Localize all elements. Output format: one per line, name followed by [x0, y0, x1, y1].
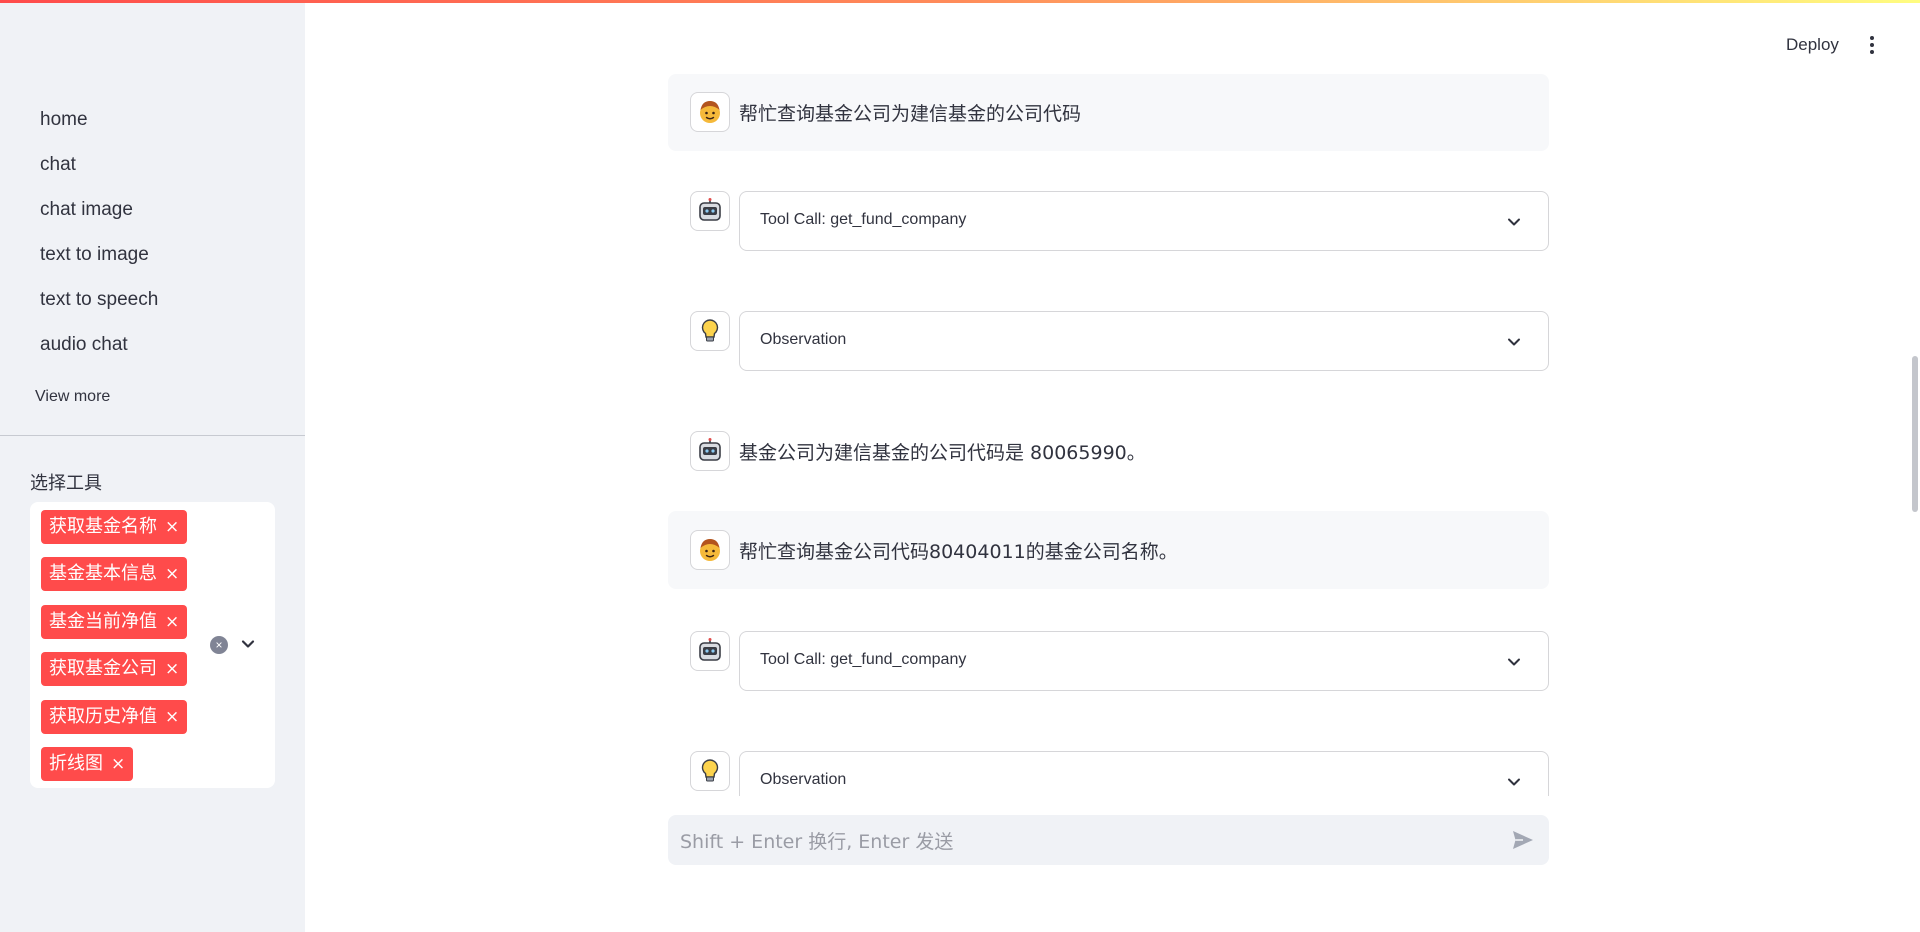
chevron-down-icon — [1508, 658, 1520, 666]
chevron-down-icon — [1508, 218, 1520, 226]
light-bulb-icon — [690, 751, 730, 791]
tool-tag: 获取基金公司 × — [41, 652, 188, 686]
deploy-button[interactable]: Deploy — [1786, 35, 1839, 55]
observation-expander[interactable]: Observation — [739, 311, 1549, 371]
assistant-message: 基金公司为建信基金的公司代码是 80065990。 — [668, 431, 1549, 473]
remove-tag-icon[interactable]: × — [165, 652, 179, 686]
robot-face-icon — [690, 191, 730, 231]
remove-tag-icon[interactable]: × — [165, 700, 179, 734]
user-message: 帮忙查询基金公司代码80404011的基金公司名称。 — [668, 511, 1549, 589]
message-text: 帮忙查询基金公司代码80404011的基金公司名称。 — [739, 541, 1178, 563]
top-decoration-stripe — [0, 0, 1920, 3]
sidebar-item-text-to-speech[interactable]: text to speech — [28, 284, 280, 329]
tool-call-expander[interactable]: Tool Call: get_fund_company — [739, 191, 1549, 251]
expander-label: Tool Call: get_fund_company — [760, 211, 967, 228]
sidebar-item-chat-image[interactable]: chat image — [28, 194, 280, 239]
view-more-button[interactable]: View more — [35, 388, 110, 406]
send-icon[interactable] — [1511, 829, 1535, 851]
expander-label: Observation — [760, 331, 847, 348]
observation-expander[interactable]: Observation — [739, 751, 1549, 796]
sidebar-item-home[interactable]: home — [28, 104, 280, 149]
tool-tag: 获取基金名称 × — [41, 510, 188, 544]
sidebar: home chat chat image text to image text … — [0, 0, 305, 932]
chat-input-bar — [668, 815, 1549, 865]
tool-call-expander[interactable]: Tool Call: get_fund_company — [739, 631, 1549, 691]
user-message: 帮忙查询基金公司为建信基金的公司代码 — [668, 74, 1549, 151]
light-bulb-icon — [690, 311, 730, 351]
sidebar-item-audio-chat[interactable]: audio chat — [28, 329, 280, 374]
tool-tag: 基金基本信息 × — [41, 557, 188, 591]
tool-tag: 基金当前净值 × — [41, 605, 188, 639]
sidebar-item-chat[interactable]: chat — [28, 149, 280, 194]
tool-tag: 获取历史净值 × — [41, 700, 188, 734]
tool-tag-label: 折线图 — [49, 753, 103, 774]
sidebar-item-text-to-image[interactable]: text to image — [28, 239, 280, 284]
chevron-down-icon — [1508, 338, 1520, 346]
sidebar-divider — [0, 435, 305, 436]
tools-select-label: 选择工具 — [30, 473, 102, 493]
robot-face-icon — [690, 431, 730, 471]
remove-tag-icon[interactable]: × — [165, 510, 179, 544]
tool-tag-label: 基金基本信息 — [49, 563, 157, 584]
robot-face-icon — [690, 631, 730, 671]
observation-message: Observation — [668, 311, 1549, 373]
expander-label: Tool Call: get_fund_company — [760, 651, 967, 668]
message-text: 基金公司为建信基金的公司代码是 80065990。 — [739, 442, 1146, 464]
tool-tag-label: 获取基金公司 — [49, 658, 157, 679]
tools-multiselect[interactable]: 获取基金名称 × 基金基本信息 × 基金当前净值 × 获取基金公司 × 获取历史净值 × … — [30, 502, 275, 788]
person-face-icon — [690, 530, 730, 570]
remove-tag-icon[interactable]: × — [165, 557, 179, 591]
assistant-tool-call: Tool Call: get_fund_company — [668, 631, 1549, 693]
remove-tag-icon[interactable]: × — [111, 747, 125, 781]
observation-message: Observation — [668, 751, 1549, 796]
remove-tag-icon[interactable]: × — [165, 605, 179, 639]
expander-label: Observation — [760, 771, 847, 788]
scrollbar[interactable] — [1912, 356, 1918, 512]
tool-tag-label: 获取基金名称 — [49, 516, 157, 537]
tool-tag-label: 基金当前净值 — [49, 611, 157, 632]
tool-tag: 折线图 × — [41, 747, 134, 781]
sidebar-nav: home chat chat image text to image text … — [28, 104, 280, 374]
chevron-down-icon[interactable] — [240, 636, 256, 652]
clear-all-icon[interactable]: × — [210, 636, 228, 654]
person-face-icon — [690, 92, 730, 132]
assistant-tool-call: Tool Call: get_fund_company — [668, 191, 1549, 253]
kebab-menu-icon[interactable] — [1866, 34, 1878, 58]
message-text: 帮忙查询基金公司为建信基金的公司代码 — [739, 103, 1082, 125]
chat-input[interactable] — [680, 827, 1500, 855]
tool-tag-label: 获取历史净值 — [49, 706, 157, 727]
chat-messages: 帮忙查询基金公司为建信基金的公司代码 Tool Call: get_fund_c… — [668, 74, 1549, 796]
chevron-down-icon — [1508, 778, 1520, 786]
